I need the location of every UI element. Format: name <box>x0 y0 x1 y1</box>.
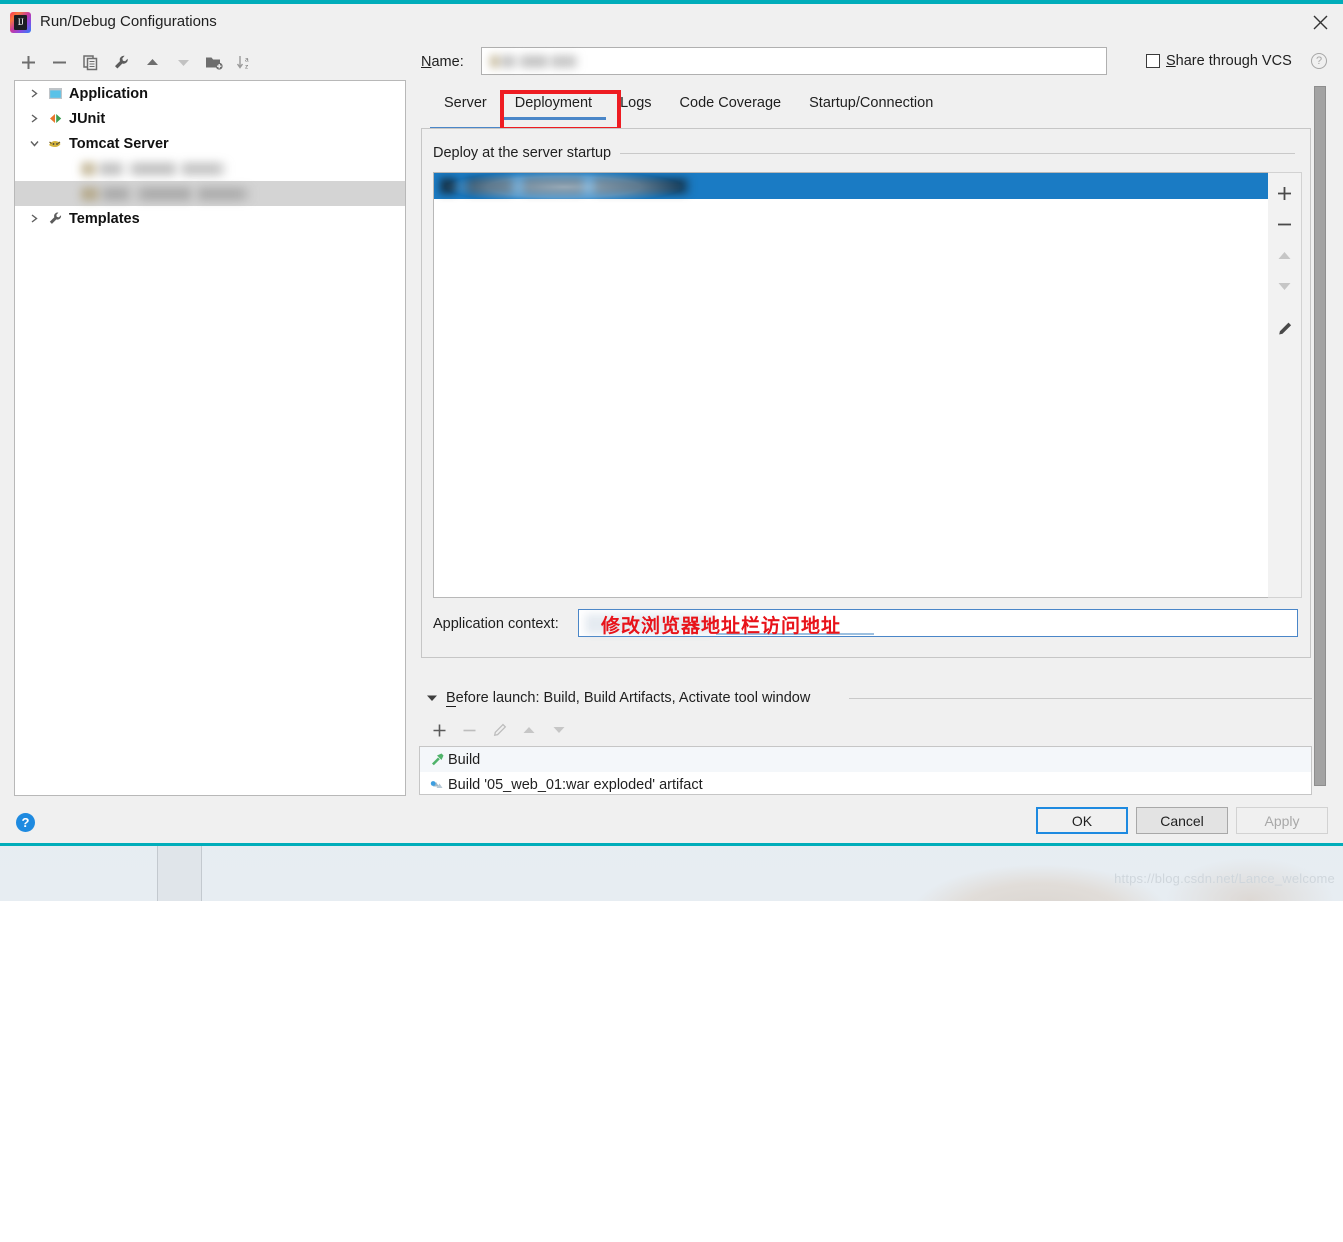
pencil-icon[interactable] <box>486 718 512 742</box>
application-icon <box>45 86 65 101</box>
share-through-vcs-checkbox[interactable]: Share through VCS <box>1146 53 1292 69</box>
application-context-label: Application context: <box>433 616 559 632</box>
deployment-artifacts-list[interactable] <box>433 172 1281 598</box>
triangle-down-icon[interactable] <box>426 691 438 706</box>
apply-button[interactable]: Apply <box>1236 807 1328 834</box>
share-through-vcs-label: Share through VCS <box>1166 53 1292 69</box>
application-context-value-blurred <box>585 614 715 634</box>
svg-text:a: a <box>245 56 249 63</box>
triangle-down-icon[interactable] <box>546 718 572 742</box>
pencil-icon[interactable] <box>1271 315 1299 343</box>
before-launch-task-row[interactable]: Build '05_web_01:war exploded' artifact <box>420 772 1311 794</box>
tree-item-tomcat-config-1[interactable] <box>15 156 405 181</box>
before-launch-task-row[interactable]: Build <box>420 747 1311 772</box>
desktop-divider-right <box>201 846 202 901</box>
tree-item-tomcat-server[interactable]: Tomcat Server <box>15 131 405 156</box>
application-context-combobox[interactable] <box>578 609 1298 637</box>
tab-startup-connection[interactable]: Startup/Connection <box>795 90 947 120</box>
plus-icon[interactable] <box>14 49 42 75</box>
copy-icon[interactable] <box>76 49 104 75</box>
plus-icon[interactable] <box>1271 179 1299 207</box>
tree-item-label: Templates <box>69 210 140 227</box>
deploy-at-startup-label: Deploy at the server startup <box>433 145 620 161</box>
configurations-tree[interactable]: Application JUnit Tomcat Server Template… <box>14 80 406 796</box>
tree-item-label-blurred <box>81 161 229 176</box>
chevron-right-icon[interactable] <box>23 214 45 223</box>
tomcat-icon <box>45 136 65 151</box>
junit-icon <box>45 111 65 126</box>
tab-logs[interactable]: Logs <box>606 90 665 120</box>
help-circle-icon[interactable]: ? <box>1311 53 1327 69</box>
tree-item-label: Application <box>69 85 148 102</box>
name-label: Name: <box>421 54 464 70</box>
minus-icon[interactable] <box>456 718 482 742</box>
before-launch-tasks-list[interactable]: Build Build '05_web_01:war exploded' art… <box>419 746 1312 795</box>
triangle-up-icon[interactable] <box>1271 241 1299 269</box>
before-launch-separator <box>849 698 1312 699</box>
plus-icon[interactable] <box>426 718 452 742</box>
before-launch-task-label: Build <box>448 751 481 768</box>
tree-item-label: JUnit <box>69 110 106 127</box>
folder-add-icon[interactable] <box>200 49 228 75</box>
chevron-down-icon[interactable] <box>23 139 45 148</box>
tab-server[interactable]: Server <box>430 90 501 120</box>
arrow-down-icon[interactable] <box>169 49 197 75</box>
hammer-icon <box>426 752 448 767</box>
desktop-column <box>158 846 201 901</box>
arrow-up-icon[interactable] <box>138 49 166 75</box>
configuration-tabs: Server Deployment Logs Code Coverage Sta… <box>430 90 947 124</box>
triangle-down-icon[interactable] <box>1271 272 1299 300</box>
desktop-divider-left <box>157 846 158 901</box>
dialog-scrollbar-track[interactable] <box>1314 86 1326 786</box>
chevron-right-icon[interactable] <box>23 89 45 98</box>
triangle-up-icon[interactable] <box>516 718 542 742</box>
tree-item-junit[interactable]: JUnit <box>15 106 405 131</box>
help-button[interactable]: ? <box>16 813 35 832</box>
artifact-icon <box>426 777 448 792</box>
deployment-row-label-blurred <box>440 178 692 194</box>
dialog-title: Run/Debug Configurations <box>40 13 217 30</box>
wrench-icon <box>45 211 65 226</box>
tree-item-tomcat-config-2[interactable] <box>15 181 405 206</box>
watermark: https://blog.csdn.net/Lance_welcome <box>1114 871 1335 886</box>
tree-item-label: Tomcat Server <box>69 135 169 152</box>
ok-button[interactable]: OK <box>1036 807 1128 834</box>
configurations-toolbar: a z <box>14 46 280 78</box>
name-input[interactable] <box>481 47 1107 75</box>
svg-text:z: z <box>245 63 248 70</box>
before-launch-title[interactable]: Before launch: Build, Build Artifacts, A… <box>446 690 810 707</box>
dialog-scrollbar-thumb[interactable] <box>1314 86 1326 786</box>
application-context-underline <box>716 633 874 635</box>
close-icon[interactable] <box>1297 4 1343 40</box>
group-separator <box>620 153 1295 154</box>
deployment-list-toolbar <box>1268 172 1302 598</box>
run-debug-configurations-dialog: IJ Run/Debug Configurations a z Applicat… <box>0 0 1343 846</box>
dialog-titlebar: IJ Run/Debug Configurations <box>0 4 1343 40</box>
checkbox-box[interactable] <box>1146 54 1160 68</box>
intellij-idea-logo-icon: IJ <box>10 12 31 33</box>
name-value-blurred <box>490 55 580 68</box>
tab-deployment[interactable]: Deployment <box>500 90 607 120</box>
tab-code-coverage[interactable]: Code Coverage <box>666 90 796 120</box>
tree-item-label-blurred <box>81 186 253 201</box>
cancel-button[interactable]: Cancel <box>1136 807 1228 834</box>
tree-item-application[interactable]: Application <box>15 81 405 106</box>
tree-item-templates[interactable]: Templates <box>15 206 405 231</box>
before-launch-task-label: Build '05_web_01:war exploded' artifact <box>448 776 703 793</box>
chevron-right-icon[interactable] <box>23 114 45 123</box>
sort-az-icon[interactable]: a z <box>231 49 259 75</box>
deployment-list-row[interactable] <box>434 173 1280 206</box>
minus-icon[interactable] <box>45 49 73 75</box>
before-launch-toolbar <box>426 718 572 742</box>
minus-icon[interactable] <box>1271 210 1299 238</box>
wrench-icon[interactable] <box>107 49 135 75</box>
